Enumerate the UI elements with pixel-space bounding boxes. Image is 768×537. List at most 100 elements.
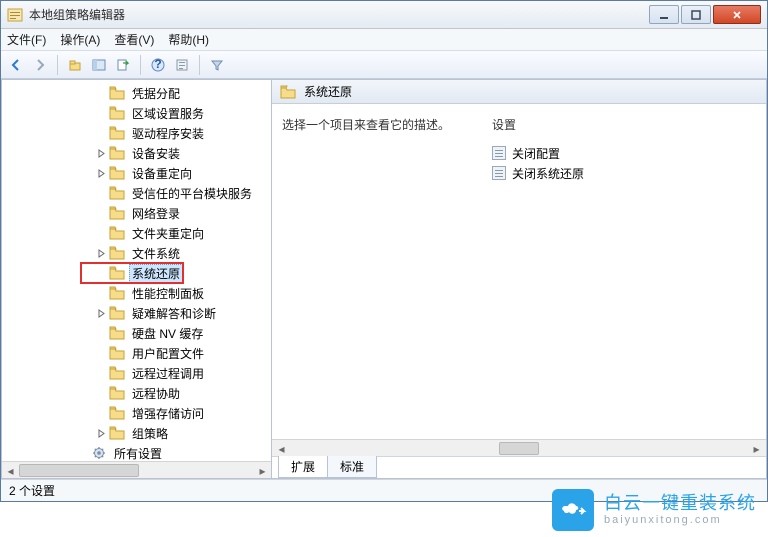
maximize-button[interactable] [681,5,711,24]
tree-item-label: 文件系统 [129,244,183,263]
tree-item-label: 疑难解答和诊断 [129,304,219,323]
expand-placeholder [96,408,107,419]
tree-item[interactable]: 增强存储访问 [2,403,271,423]
tree-item[interactable]: 设备安装 [2,143,271,163]
expand-placeholder [78,448,89,459]
folder-icon [109,326,125,340]
folder-icon [109,106,125,120]
expand-placeholder [96,88,107,99]
description-column: 选择一个项目来查看它的描述。 [282,116,492,439]
tree-item-label: 网络登录 [129,204,183,223]
tab-extended[interactable]: 扩展 [278,456,328,478]
scroll-right-icon[interactable]: ▸ [748,441,765,456]
tree-item-label: 设备安装 [129,144,183,163]
details-header: 系统还原 [272,80,766,104]
tree-item[interactable]: 受信任的平台模块服务 [2,183,271,203]
scroll-left-icon[interactable]: ◂ [2,463,19,478]
titlebar[interactable]: 本地组策略编辑器 [1,1,767,29]
expand-placeholder [96,368,107,379]
menu-view[interactable]: 查看(V) [114,31,154,48]
tree-item-label: 区域设置服务 [129,104,207,123]
close-button[interactable] [713,5,761,24]
policy-icon [492,146,506,160]
tree-item[interactable]: 区域设置服务 [2,103,271,123]
menu-action[interactable]: 操作(A) [60,31,100,48]
menu-help[interactable]: 帮助(H) [168,31,209,48]
folder-icon [109,306,125,320]
tree-item[interactable]: 组策略 [2,423,271,443]
expand-icon[interactable] [96,308,107,319]
highlight-annotation [80,262,184,284]
tree-item[interactable]: 文件夹重定向 [2,223,271,243]
folder-icon [109,86,125,100]
setting-row[interactable]: 关闭配置 [492,143,756,163]
up-button[interactable] [64,54,86,76]
expand-placeholder [96,188,107,199]
tree-item[interactable]: 凭据分配 [2,83,271,103]
setting-row[interactable]: 关闭系统还原 [492,163,756,183]
column-header-setting[interactable]: 设置 [492,116,756,133]
forward-button[interactable] [29,54,51,76]
tree-h-scrollbar[interactable]: ◂ ▸ [2,461,271,478]
tab-strip: 扩展 标准 [272,456,766,478]
tree-item[interactable]: 远程协助 [2,383,271,403]
description-prompt: 选择一个项目来查看它的描述。 [282,116,492,133]
filter-button[interactable] [206,54,228,76]
export-button[interactable] [112,54,134,76]
tree-item[interactable]: 文件系统 [2,243,271,263]
details-body: 选择一个项目来查看它的描述。 设置 关闭配置关闭系统还原 [272,104,766,439]
tree-item[interactable]: 用户配置文件 [2,343,271,363]
expand-placeholder [96,288,107,299]
folder-icon [109,206,125,220]
expand-placeholder [96,228,107,239]
tree-item[interactable]: 性能控制面板 [2,283,271,303]
folder-icon [109,166,125,180]
scroll-thumb[interactable] [499,442,539,455]
folder-icon [109,366,125,380]
expand-icon[interactable] [96,148,107,159]
svg-text:?: ? [154,58,161,71]
expand-placeholder [96,328,107,339]
show-hide-tree-button[interactable] [88,54,110,76]
help-button[interactable]: ? [147,54,169,76]
settings-column: 设置 关闭配置关闭系统还原 [492,116,756,439]
properties-button[interactable] [171,54,193,76]
tree-item-label: 远程协助 [129,384,183,403]
tree-item-label: 受信任的平台模块服务 [129,184,255,203]
folder-icon [109,386,125,400]
tree-item[interactable]: 所有设置 [2,443,271,463]
tree-item[interactable]: 网络登录 [2,203,271,223]
policy-icon [492,166,506,180]
expand-icon[interactable] [96,248,107,259]
details-h-scrollbar[interactable]: ◂ ▸ [272,439,766,456]
tree-item[interactable]: 驱动程序安装 [2,123,271,143]
app-icon [7,7,23,23]
tab-standard[interactable]: 标准 [327,456,377,478]
expand-icon[interactable] [96,168,107,179]
scroll-thumb[interactable] [19,464,139,477]
tree-panel[interactable]: 凭据分配区域设置服务驱动程序安装设备安装设备重定向受信任的平台模块服务网络登录文… [1,79,272,479]
expand-placeholder [96,108,107,119]
menu-file[interactable]: 文件(F) [7,31,46,48]
window: 本地组策略编辑器 文件(F) 操作(A) 查看(V) 帮助(H) ? 凭据分配区… [0,0,768,502]
expand-placeholder [96,208,107,219]
folder-icon [109,186,125,200]
tree-item-label: 凭据分配 [129,84,183,103]
content-area: 凭据分配区域设置服务驱动程序安装设备安装设备重定向受信任的平台模块服务网络登录文… [1,79,767,479]
folder-icon [109,146,125,160]
tree-item[interactable]: 远程过程调用 [2,363,271,383]
watermark-text: 白云一键重装系统 baiyunxitong.com [604,493,756,528]
folder-icon [109,126,125,140]
minimize-button[interactable] [649,5,679,24]
details-panel: 系统还原 选择一个项目来查看它的描述。 设置 关闭配置关闭系统还原 ◂ ▸ 扩展… [272,79,767,479]
tree-item[interactable]: 疑难解答和诊断 [2,303,271,323]
expand-icon[interactable] [96,428,107,439]
back-button[interactable] [5,54,27,76]
scroll-left-icon[interactable]: ◂ [273,441,290,456]
tree-item[interactable]: 设备重定向 [2,163,271,183]
tree-item[interactable]: 硬盘 NV 缓存 [2,323,271,343]
folder-icon [109,246,125,260]
watermark-line2: baiyunxitong.com [604,514,756,527]
scroll-right-icon[interactable]: ▸ [254,463,271,478]
tree-item-label: 性能控制面板 [129,284,207,303]
